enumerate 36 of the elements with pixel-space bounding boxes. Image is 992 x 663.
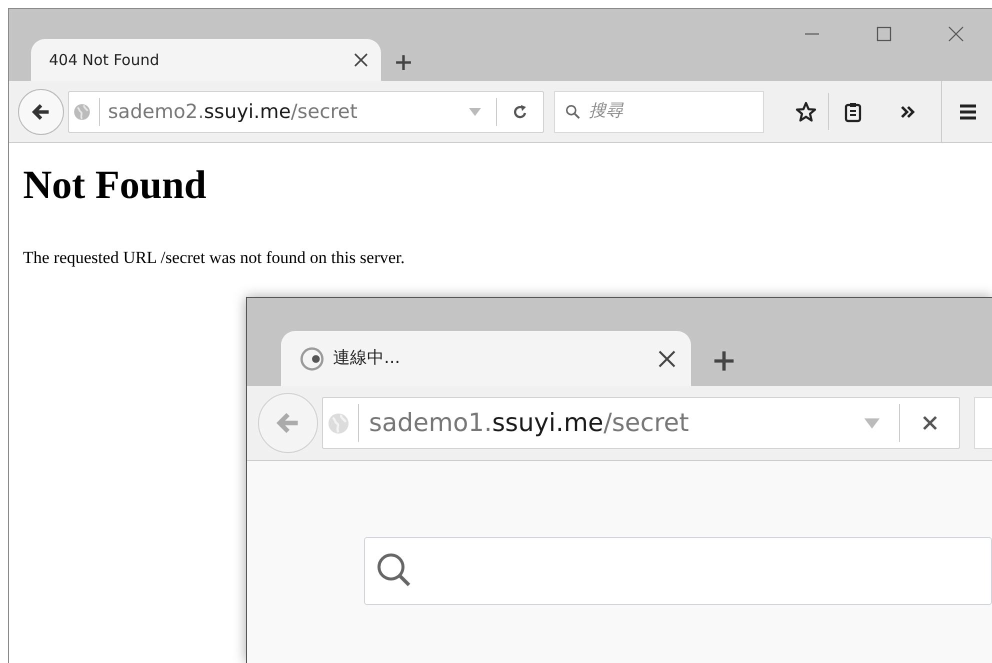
close-icon	[948, 26, 964, 42]
dropdown-arrow-icon	[863, 416, 881, 430]
error-message: The requested URL /secret was not found on this server.	[23, 247, 406, 269]
globe-icon	[327, 412, 350, 434]
stop-icon	[922, 415, 938, 431]
globe-icon	[73, 102, 91, 120]
tab-close-button[interactable]	[657, 348, 677, 368]
search-input[interactable]: 搜尋	[586, 98, 763, 126]
browser-tab[interactable]: 連線中...	[281, 331, 691, 386]
tab-title: 404 Not Found	[49, 50, 160, 71]
reload-icon	[512, 104, 528, 120]
search-field[interactable]: 搜尋	[554, 90, 764, 132]
search-icon	[565, 102, 581, 120]
clipboard-icon	[842, 100, 864, 122]
new-tab-button[interactable]	[713, 350, 735, 372]
url-text: sademo2.ssuyi.me/secret	[108, 98, 359, 125]
dropdown-arrow-icon	[468, 106, 482, 116]
tab-title: 連線中...	[333, 346, 402, 370]
plus-icon	[713, 350, 735, 372]
address-bar[interactable]: sademo1.ssuyi.me/secret	[322, 397, 960, 449]
address-bar[interactable]: sademo2.ssuyi.me/secret	[68, 90, 544, 132]
page-heading: Not Found	[23, 161, 208, 209]
back-button[interactable]	[18, 88, 64, 134]
loading-spinner-icon	[299, 346, 325, 372]
new-tab-button[interactable]	[395, 54, 412, 71]
maximize-icon	[876, 26, 892, 42]
url-text: sademo1.ssuyi.me/secret	[369, 407, 690, 440]
browser-tab[interactable]: 404 Not Found	[31, 39, 381, 81]
search-field[interactable]	[974, 397, 992, 449]
plus-icon	[395, 54, 412, 71]
tab-close-button[interactable]	[353, 52, 369, 68]
close-icon	[657, 348, 677, 368]
minimize-icon	[804, 33, 820, 35]
close-icon	[353, 52, 369, 68]
star-icon	[795, 100, 817, 122]
search-field[interactable]	[364, 537, 992, 605]
